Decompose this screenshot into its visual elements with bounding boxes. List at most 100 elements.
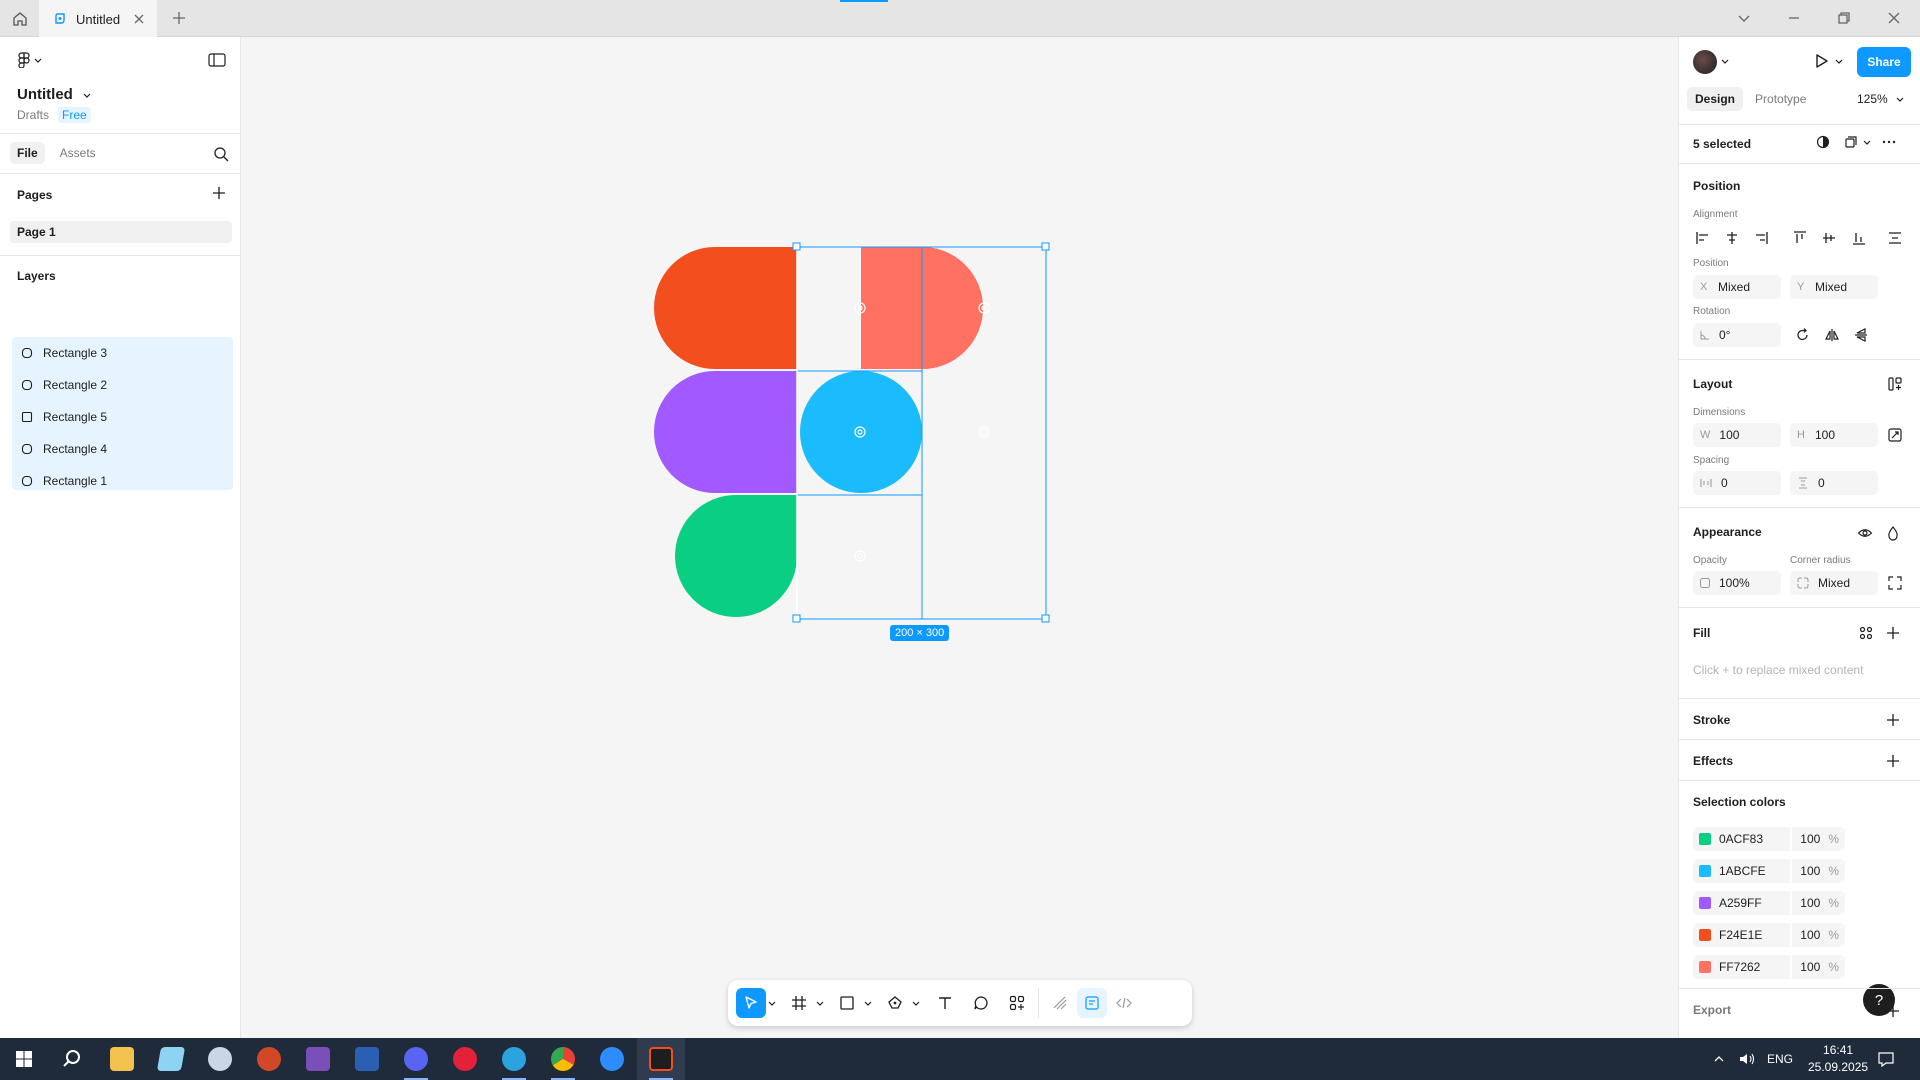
corner-radius-field[interactable]: Mixed [1790,571,1878,595]
taskbar-app[interactable] [294,1038,342,1080]
canvas[interactable]: 200 × 300 [241,37,1678,1038]
eye-icon[interactable] [1857,525,1873,541]
color-swatch[interactable] [1699,897,1711,909]
layer-item[interactable]: Rectangle 5 [12,401,233,433]
tab-file[interactable]: File [10,142,45,164]
add-effect-icon[interactable] [1885,753,1901,769]
color-hex-field[interactable]: FF7262 [1693,955,1790,979]
color-opacity-field[interactable]: 100% [1791,955,1845,979]
layer-item[interactable]: Rectangle 4 [12,433,233,465]
draw-mode-button[interactable] [1045,988,1075,1018]
align-center-h-icon[interactable] [1724,230,1740,246]
opacity-field[interactable]: 100% [1693,571,1781,595]
flip-vertical-icon[interactable] [1853,327,1869,343]
sidebar-toggle-icon[interactable] [208,52,226,68]
add-page-icon[interactable] [211,185,227,201]
file-title[interactable]: Untitled [17,86,91,103]
dev-mode-button[interactable] [1109,988,1139,1018]
x-field[interactable]: X Mixed [1693,275,1781,299]
move-tool-dropdown[interactable] [766,988,778,1018]
align-top-icon[interactable] [1792,230,1808,246]
align-left-icon[interactable] [1695,230,1711,246]
add-fill-icon[interactable] [1885,625,1901,641]
boolean-icon[interactable] [1815,134,1831,150]
align-right-icon[interactable] [1753,230,1769,246]
color-opacity-field[interactable]: 100% [1791,827,1845,851]
layer-item[interactable]: Rectangle 3 [12,337,233,369]
pen-tool-dropdown[interactable] [910,988,922,1018]
frame-tool[interactable] [784,988,814,1018]
taskbar-app[interactable] [588,1038,636,1080]
page-item[interactable]: Page 1 [10,221,232,243]
zoom-dropdown[interactable]: 125% [1857,92,1904,106]
shape-rectangle-1[interactable] [654,247,797,369]
more-icon[interactable] [1881,134,1897,150]
restore-icon[interactable] [1835,9,1853,27]
chevron-down-icon[interactable] [1735,9,1753,27]
taskbar-app[interactable] [343,1038,391,1080]
tab-assets[interactable]: Assets [53,142,103,164]
taskbar-app[interactable] [196,1038,244,1080]
close-tab-icon[interactable] [131,11,147,27]
constrain-proportions-icon[interactable] [1887,427,1903,443]
flip-horizontal-icon[interactable] [1824,327,1840,343]
selection-color-row[interactable]: F24E1E 100% [1693,923,1845,947]
home-icon[interactable] [0,0,39,37]
color-swatch[interactable] [1699,961,1711,973]
shape-rectangle-4[interactable] [800,371,922,493]
share-button[interactable]: Share [1857,47,1911,77]
taskbar-app[interactable] [98,1038,146,1080]
color-opacity-field[interactable]: 100% [1791,859,1845,883]
align-center-v-icon[interactable] [1821,230,1837,246]
layer-item[interactable]: Rectangle 1 [12,465,233,497]
vertical-spacing-field[interactable]: 0 [1790,471,1878,495]
horizontal-spacing-field[interactable]: 0 [1693,471,1781,495]
tab-prototype[interactable]: Prototype [1747,87,1814,111]
color-hex-field[interactable]: 0ACF83 [1693,827,1790,851]
align-bottom-icon[interactable] [1851,230,1867,246]
selection-color-row[interactable]: 0ACF83 100% [1693,827,1845,851]
taskbar-app[interactable] [245,1038,293,1080]
selection-color-row[interactable]: A259FF 100% [1693,891,1845,915]
styles-icon[interactable] [1858,625,1874,641]
add-stroke-icon[interactable] [1885,712,1901,728]
move-tool[interactable] [736,988,766,1018]
pen-tool[interactable] [880,988,910,1018]
frame-tool-dropdown[interactable] [814,988,826,1018]
chevron-down-icon[interactable] [1721,57,1729,65]
taskbar-app[interactable] [147,1038,195,1080]
design-mode-button[interactable] [1077,988,1107,1018]
color-hex-field[interactable]: F24E1E [1693,923,1790,947]
comment-tool[interactable] [966,988,996,1018]
color-swatch[interactable] [1699,833,1711,845]
component-icon[interactable] [1843,134,1859,150]
avatar[interactable] [1693,50,1717,74]
shape-tool[interactable] [832,988,862,1018]
auto-layout-icon[interactable] [1887,376,1903,392]
blend-mode-icon[interactable] [1885,525,1901,541]
minimize-icon[interactable] [1785,9,1803,27]
text-tool[interactable] [930,988,960,1018]
y-field[interactable]: Y Mixed [1790,275,1878,299]
chevron-down-icon[interactable] [1859,134,1875,150]
close-window-icon[interactable] [1885,9,1903,27]
independent-corners-icon[interactable] [1887,575,1903,591]
new-tab-icon[interactable] [170,9,188,27]
color-hex-field[interactable]: 1ABCFE [1693,859,1790,883]
add-export-icon[interactable] [1885,1003,1901,1019]
language-indicator[interactable]: ENG [1767,1038,1793,1080]
color-swatch[interactable] [1699,865,1711,877]
rotate-icon[interactable] [1795,327,1811,343]
selection-color-row[interactable]: FF7262 100% [1693,955,1845,979]
notifications-button[interactable] [1878,1038,1894,1080]
taskbar-app[interactable] [539,1038,587,1080]
height-field[interactable]: H 100 [1790,423,1878,447]
start-button[interactable] [0,1038,48,1080]
components-tool[interactable] [1002,988,1032,1018]
color-opacity-field[interactable]: 100% [1791,923,1845,947]
volume-control[interactable] [1738,1038,1756,1080]
taskbar-search[interactable] [48,1038,96,1080]
show-hidden-icons[interactable] [1713,1038,1725,1080]
width-field[interactable]: W 100 [1693,423,1781,447]
taskbar-app-active[interactable] [637,1038,685,1080]
